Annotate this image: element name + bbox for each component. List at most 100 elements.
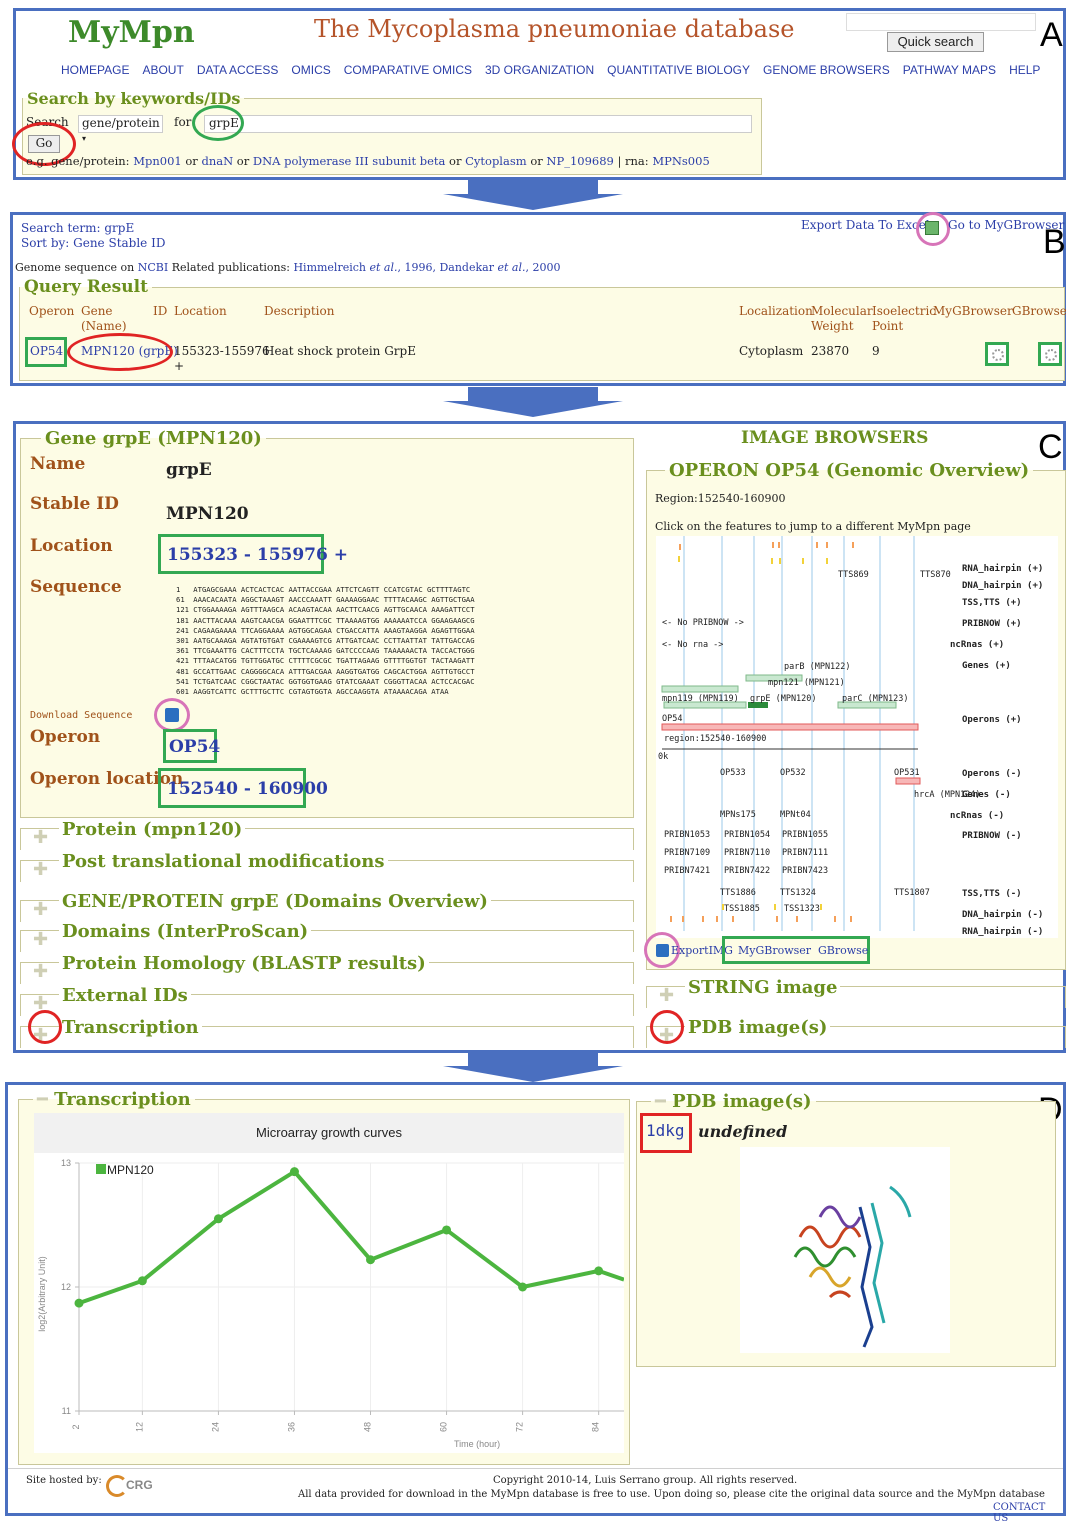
section-blastp-label: Protein Homology (BLASTP results) bbox=[59, 953, 429, 974]
gb-op531[interactable]: OP531 bbox=[894, 768, 920, 778]
gb-mpns175[interactable]: MPNs175 bbox=[720, 810, 756, 820]
gb-op54[interactable]: OP54 bbox=[662, 714, 682, 724]
gb-tss1323[interactable]: TSS1323 bbox=[784, 904, 820, 914]
nav-comparative-omics[interactable]: COMPARATIVE OMICS bbox=[344, 63, 472, 77]
crg-swoosh-icon bbox=[106, 1475, 128, 1497]
example-link-dna-polymerase[interactable]: DNA polymerase III subunit beta bbox=[253, 154, 446, 168]
data-point bbox=[137, 1276, 147, 1286]
gb-pribn7111[interactable]: PRIBN7111 bbox=[782, 848, 828, 858]
main-nav: HOMEPAGE ABOUT DATA ACCESS OMICS COMPARA… bbox=[61, 63, 1040, 77]
genome-browser-image[interactable]: TTS869 TTS870 <- No PRIBNOW -> <- No rna… bbox=[656, 536, 1058, 938]
section-string-image[interactable]: ✚ STRING image bbox=[646, 977, 1066, 1008]
mygbrowser-icon[interactable] bbox=[985, 342, 1009, 366]
example-link-dnan[interactable]: dnaN bbox=[201, 154, 233, 168]
section-transcription-label: Transcription bbox=[59, 1017, 202, 1038]
chart-container: Microarray growth curves 11 12 13 2 12 24 36 48… bbox=[34, 1113, 624, 1453]
gb-pribn7110[interactable]: PRIBN7110 bbox=[724, 848, 770, 858]
highlight-download-icon bbox=[154, 698, 190, 732]
highlight-excel-icon bbox=[916, 212, 950, 246]
gb-pribn1055[interactable]: PRIBN1055 bbox=[782, 830, 828, 840]
quick-search-input[interactable] bbox=[846, 13, 1036, 31]
pub-link-dandekar[interactable]: Dandekar et al., 2000 bbox=[439, 261, 560, 274]
gb-parb[interactable]: parB (MPN122) bbox=[784, 662, 851, 672]
nav-data-access[interactable]: DATA ACCESS bbox=[197, 63, 279, 77]
example-line: e.g. gene/protein: Mpn001 or dnaN or DNA… bbox=[26, 154, 710, 168]
click-note: Click on the features to jump to a diffe… bbox=[655, 520, 971, 533]
example-link-mpn001[interactable]: Mpn001 bbox=[133, 154, 182, 168]
collapse-minus-icon[interactable]: ━ bbox=[655, 1091, 672, 1112]
gb-pribn7421[interactable]: PRIBN7421 bbox=[664, 866, 710, 876]
gb-pribn7422[interactable]: PRIBN7422 bbox=[724, 866, 770, 876]
section-blastp[interactable]: ✚ Protein Homology (BLASTP results) bbox=[20, 953, 634, 984]
section-transcription[interactable]: ✚ Transcription bbox=[20, 1017, 634, 1048]
gb-tts870[interactable]: TTS870 bbox=[920, 570, 951, 580]
operon-location-link[interactable]: 152540 - 160900 bbox=[158, 768, 328, 808]
gb-mpn119[interactable]: mpn119 (MPN119) bbox=[662, 694, 739, 704]
pdb-id-link[interactable]: 1dkg bbox=[646, 1121, 685, 1140]
section-ptm[interactable]: ✚ Post translational modifications bbox=[20, 851, 634, 882]
example-link-mpns005[interactable]: MPNs005 bbox=[652, 154, 709, 168]
collapse-minus-icon[interactable]: ━ bbox=[37, 1089, 54, 1110]
operon-link[interactable]: OP54 bbox=[163, 729, 220, 763]
gb-op533[interactable]: OP533 bbox=[720, 768, 746, 778]
quick-search-button[interactable]: Quick search bbox=[887, 32, 984, 52]
track-label: TSS,TTS (+) bbox=[962, 598, 1022, 608]
location-link[interactable]: 155323 - 155976 + bbox=[158, 534, 348, 574]
x-tick-label: 60 bbox=[439, 1422, 449, 1432]
th-operon: Operon bbox=[29, 304, 75, 318]
gb-parc[interactable]: parC (MPN123) bbox=[842, 694, 909, 704]
expand-plus-icon: ✚ bbox=[33, 859, 49, 880]
mygbrowser-link[interactable]: MyGBrowser bbox=[738, 944, 811, 957]
contact-us-link[interactable]: CONTACT US bbox=[993, 1502, 1063, 1524]
seq-line: 361 TTCGAAATTG CACTTTCCTA TGCTCAAAAG GAT… bbox=[176, 646, 475, 656]
track-label: ncRnas (-) bbox=[950, 811, 1005, 821]
nav-help[interactable]: HELP bbox=[1009, 63, 1040, 77]
nav-omics[interactable]: OMICS bbox=[291, 63, 330, 77]
pub-link-himmelreich[interactable]: Himmelreich et al., 1996, bbox=[293, 261, 436, 274]
gb-pribn7423[interactable]: PRIBN7423 bbox=[782, 866, 828, 876]
nav-homepage[interactable]: HOMEPAGE bbox=[61, 63, 129, 77]
nav-genome-browsers[interactable]: GENOME BROWSERS bbox=[763, 63, 890, 77]
gb-tts1807[interactable]: TTS1807 bbox=[894, 888, 930, 898]
nav-3d-organization[interactable]: 3D ORGANIZATION bbox=[485, 63, 594, 77]
expand-plus-icon: ✚ bbox=[33, 899, 49, 920]
gbrowse-icon[interactable] bbox=[1038, 342, 1062, 366]
gb-mpn121[interactable]: mpn121 (MPN121) bbox=[768, 678, 845, 688]
search-type-select[interactable]: gene/protein ▾ bbox=[78, 115, 163, 143]
gb-grpe[interactable]: grpE (MPN120) bbox=[750, 694, 817, 704]
th-gene: Gene (Name) bbox=[81, 304, 127, 333]
example-link-np109689[interactable]: NP_109689 bbox=[546, 154, 613, 168]
section-pdb-images[interactable]: ✚ PDB image(s) bbox=[646, 1017, 1066, 1048]
cell-mw: 23870 bbox=[811, 344, 850, 358]
nav-quantitative-biology[interactable]: QUANTITATIVE BIOLOGY bbox=[607, 63, 750, 77]
gb-tss1885[interactable]: TSS1885 bbox=[724, 904, 760, 914]
gb-tts869[interactable]: TTS869 bbox=[838, 570, 869, 580]
series-line bbox=[78, 1169, 624, 1306]
crg-logo[interactable]: CRG bbox=[106, 1475, 166, 1503]
gb-tts1886[interactable]: TTS1886 bbox=[720, 888, 756, 898]
logo[interactable]: MyMpn bbox=[68, 15, 195, 50]
chevron-down-icon: ▾ bbox=[82, 134, 87, 143]
search-input[interactable]: grpE bbox=[204, 115, 752, 133]
gb-mpnt04[interactable]: MPNt04 bbox=[780, 810, 811, 820]
example-link-cytoplasm[interactable]: Cytoplasm bbox=[465, 154, 527, 168]
gb-pribn1053[interactable]: PRIBN1053 bbox=[664, 830, 710, 840]
section-protein[interactable]: ✚ Protein (mpn120) bbox=[20, 819, 634, 850]
export-excel-link[interactable]: Export Data To Excel bbox=[801, 218, 930, 232]
gb-pribn7109[interactable]: PRIBN7109 bbox=[664, 848, 710, 858]
track-label: Genes (-) bbox=[962, 790, 1011, 800]
section-external-ids[interactable]: ✚ External IDs bbox=[20, 985, 634, 1016]
nav-pathway-maps[interactable]: PATHWAY MAPS bbox=[903, 63, 996, 77]
track-label: DNA_hairpin (+) bbox=[962, 581, 1044, 591]
transcription-legend: ━ Transcription bbox=[33, 1089, 195, 1110]
y-tick-label: 13 bbox=[61, 1158, 71, 1168]
section-interproscan[interactable]: ✚ Domains (InterProScan) bbox=[20, 921, 634, 952]
cell-strand: + bbox=[174, 359, 185, 373]
gb-pribn1054[interactable]: PRIBN1054 bbox=[724, 830, 770, 840]
nav-about[interactable]: ABOUT bbox=[142, 63, 183, 77]
gbrowse-link[interactable]: GBrowse bbox=[818, 944, 868, 957]
gb-op532[interactable]: OP532 bbox=[780, 768, 806, 778]
ncbi-link[interactable]: NCBI bbox=[138, 261, 168, 274]
gb-tts1324[interactable]: TTS1324 bbox=[780, 888, 816, 898]
section-domains-overview[interactable]: ✚ GENE/PROTEIN grpE (Domains Overview) bbox=[20, 891, 634, 922]
